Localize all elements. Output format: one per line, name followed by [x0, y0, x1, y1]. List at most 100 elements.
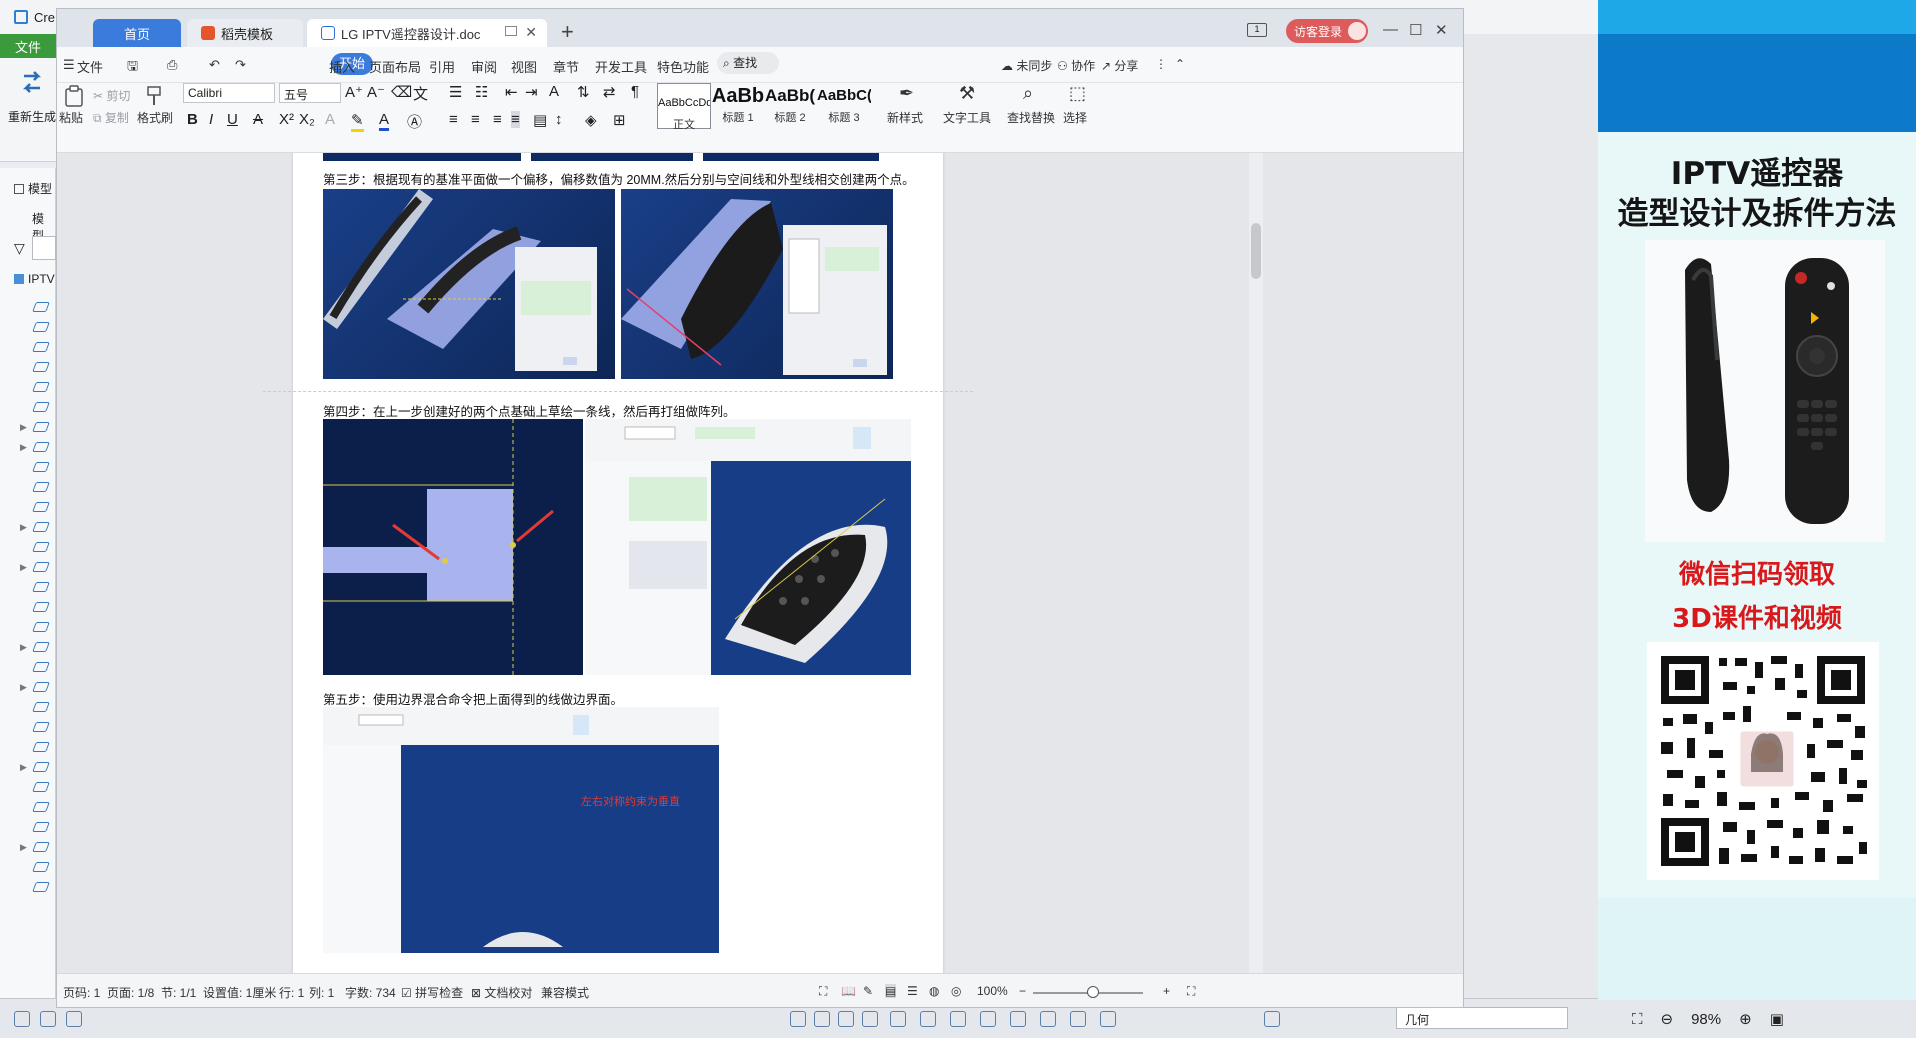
text-tools-icon[interactable]: ⚒ [959, 83, 975, 104]
outline-view-icon[interactable]: ☰ [907, 984, 918, 998]
screen-icon[interactable] [505, 26, 517, 36]
share-button[interactable]: ↗ 分享 [1101, 57, 1138, 74]
document-page[interactable]: 第三步：根据现有的基准平面做一个偏移，偏移数值为 20MM.然后分别与空间线和外… [263, 153, 973, 973]
curve-feature-icon[interactable] [32, 662, 50, 672]
print-icon[interactable]: ⎙ [167, 57, 177, 73]
clear-format-icon[interactable]: ⌫ [391, 83, 412, 101]
point-feature-icon[interactable] [32, 802, 50, 812]
page-view-icon[interactable]: ▤ [885, 984, 897, 998]
menu-file[interactable]: 文件 [77, 57, 103, 76]
style-normal[interactable]: AaBbCcDd 正文 [657, 83, 711, 131]
write-mode-icon[interactable]: ✎ [863, 984, 873, 998]
align-right-icon[interactable]: ≡ [493, 111, 502, 128]
new-tab-button[interactable]: + [561, 19, 574, 45]
zoom-fit-icon[interactable] [790, 1011, 806, 1027]
plane-feature-icon[interactable] [32, 382, 50, 392]
redo-icon[interactable]: ↷ [235, 57, 246, 73]
selection-filter-icon[interactable] [1264, 1011, 1280, 1027]
select-icon[interactable]: ⬚ [1069, 83, 1086, 104]
superscript-icon[interactable]: X² [279, 111, 294, 128]
curve-feature-icon[interactable] [32, 722, 50, 732]
filter-icon[interactable]: ▽ [14, 240, 25, 257]
display-style-icon[interactable] [890, 1011, 906, 1027]
cut-button[interactable]: ✂ 剪切 [93, 87, 130, 104]
zoom-in-icon[interactable] [814, 1011, 830, 1027]
group-feature-icon[interactable] [32, 642, 50, 652]
zoom-out-icon[interactable]: ⊖ [1661, 1010, 1674, 1028]
status-page[interactable]: 页面: 1/8 [107, 984, 154, 1001]
more-icon[interactable]: ⋮ [1155, 57, 1167, 71]
menu-review[interactable]: 审阅 [471, 57, 497, 76]
round-feature-icon[interactable] [32, 742, 50, 752]
csys-feature-icon[interactable] [32, 362, 50, 372]
copy-button[interactable]: ⧉ 复制 [93, 109, 129, 126]
save-icon[interactable]: 🖫 [127, 57, 138, 79]
text-effect-icon[interactable]: A [325, 111, 335, 128]
menu-dev-tools[interactable]: 开发工具 [595, 57, 647, 76]
maximize-icon[interactable]: ☐ [1409, 21, 1422, 39]
menu-features[interactable]: 特色功能 [657, 57, 709, 76]
minimize-icon[interactable]: — [1383, 21, 1398, 38]
font-name-select[interactable]: Calibri [183, 83, 275, 103]
fullscreen-icon[interactable]: ⛶ [819, 984, 827, 999]
datum-display-icon[interactable] [950, 1011, 966, 1027]
document-canvas[interactable]: 第三步：根据现有的基准平面做一个偏移，偏移数值为 20MM.然后分别与空间线和外… [57, 153, 1463, 973]
format-painter-button[interactable]: 格式刷 [137, 109, 173, 126]
surface-feature-icon[interactable] [32, 442, 50, 452]
new-style-button[interactable]: 新样式 [887, 109, 923, 126]
style-heading-1[interactable]: AaBb 标题 1 [711, 83, 765, 129]
zoom-in-icon[interactable]: ⊕ [1739, 1010, 1752, 1028]
expand-icon[interactable]: ▶ [20, 642, 27, 653]
curve-feature-icon[interactable] [32, 782, 50, 792]
decrease-indent-icon[interactable]: ⇤ [505, 83, 518, 101]
paste-icon[interactable] [63, 85, 85, 107]
scrollbar-thumb[interactable] [1251, 223, 1261, 279]
close-window-icon[interactable]: ✕ [1435, 21, 1448, 39]
sketch-feature-icon[interactable] [32, 462, 50, 472]
curve-feature-icon[interactable] [32, 702, 50, 712]
expand-icon[interactable]: ▶ [20, 842, 27, 853]
char-border-icon[interactable]: Ⓐ [407, 111, 422, 132]
read-mode-icon[interactable]: 📖 [841, 984, 856, 998]
paste-button[interactable]: 粘贴 [59, 109, 83, 126]
curve-feature-icon[interactable] [32, 542, 50, 552]
zoom-level[interactable]: 100% [977, 984, 1008, 998]
decrease-font-icon[interactable]: A⁻ [367, 83, 385, 101]
font-color-icon[interactable]: A [379, 111, 390, 131]
zoom-fit-icon[interactable]: ⛶ [1632, 1011, 1643, 1028]
sync-status[interactable]: ☁ 未同步 [1001, 57, 1052, 74]
collapse-ribbon-icon[interactable]: ⌃ [1175, 57, 1185, 71]
surface-feature-icon[interactable] [32, 842, 50, 852]
tab-home[interactable]: 首页 [93, 19, 181, 47]
expand-icon[interactable]: ▶ [20, 522, 27, 533]
vertical-scrollbar[interactable] [1249, 153, 1263, 973]
round-feature-icon[interactable] [32, 622, 50, 632]
surface-feature-icon[interactable] [32, 762, 50, 772]
justify-icon[interactable]: ≡ [511, 111, 520, 128]
plane-feature-icon[interactable] [32, 302, 50, 312]
spell-check-toggle[interactable]: ☑ 拼写检查 [401, 984, 463, 1001]
increase-font-icon[interactable]: A⁺ [345, 83, 363, 101]
curve-feature-icon[interactable] [32, 602, 50, 612]
zoom-slider-knob[interactable] [1087, 986, 1099, 998]
guest-login-button[interactable]: 访客登录 [1286, 19, 1368, 43]
shading-icon[interactable]: ◈ [585, 111, 597, 129]
menu-view[interactable]: 视图 [511, 57, 537, 76]
point-feature-icon[interactable] [32, 502, 50, 512]
expand-icon[interactable]: ▶ [20, 562, 27, 573]
plane-display-icon[interactable] [1100, 1011, 1116, 1027]
geometry-filter-select[interactable]: 几何 [1396, 1007, 1568, 1029]
surface-feature-icon[interactable] [32, 562, 50, 572]
close-tab-icon[interactable]: ✕ [525, 24, 537, 41]
find-replace-icon[interactable]: ⌕ [1023, 83, 1033, 104]
cad-file-tab[interactable]: 文件 [0, 34, 56, 58]
curve-feature-icon[interactable] [32, 402, 50, 412]
chinese-layout-icon[interactable]: A [549, 83, 559, 100]
csys-display-icon[interactable] [1040, 1011, 1056, 1027]
curve-feature-icon[interactable] [32, 822, 50, 832]
model-tree-header[interactable]: 模型 [14, 180, 52, 197]
find-replace-button[interactable]: 查找替换 [1007, 109, 1055, 126]
status-word-count[interactable]: 字数: 734 [345, 984, 396, 1001]
strikethrough-icon[interactable]: A [253, 111, 263, 128]
zoom-out-icon[interactable]: − [1019, 984, 1026, 998]
